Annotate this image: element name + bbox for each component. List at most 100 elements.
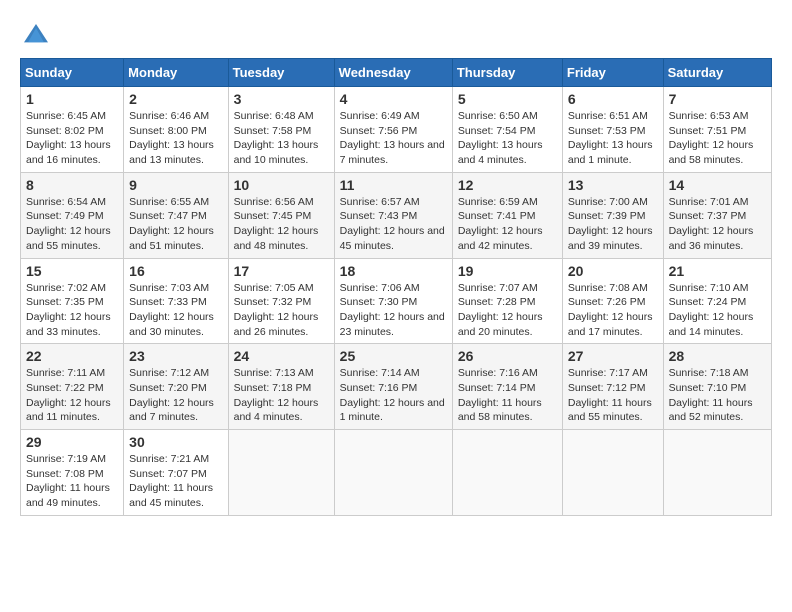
calendar-table: SundayMondayTuesdayWednesdayThursdayFrid…: [20, 58, 772, 516]
day-info: Sunrise: 6:56 AMSunset: 7:45 PMDaylight:…: [234, 196, 319, 252]
day-number: 19: [458, 263, 557, 279]
calendar-cell: 24 Sunrise: 7:13 AMSunset: 7:18 PMDayligh…: [228, 344, 334, 430]
day-info: Sunrise: 7:16 AMSunset: 7:14 PMDaylight:…: [458, 367, 542, 423]
day-info: Sunrise: 7:19 AMSunset: 7:08 PMDaylight:…: [26, 453, 110, 509]
day-info: Sunrise: 7:12 AMSunset: 7:20 PMDaylight:…: [129, 367, 214, 423]
header-monday: Monday: [124, 59, 228, 87]
calendar-cell: 30 Sunrise: 7:21 AMSunset: 7:07 PMDayligh…: [124, 430, 228, 516]
calendar-cell: 5 Sunrise: 6:50 AMSunset: 7:54 PMDaylight…: [452, 87, 562, 173]
week-row-4: 22 Sunrise: 7:11 AMSunset: 7:22 PMDayligh…: [21, 344, 772, 430]
calendar-cell: 17 Sunrise: 7:05 AMSunset: 7:32 PMDayligh…: [228, 258, 334, 344]
day-info: Sunrise: 6:51 AMSunset: 7:53 PMDaylight:…: [568, 110, 653, 166]
day-number: 2: [129, 91, 222, 107]
day-info: Sunrise: 6:50 AMSunset: 7:54 PMDaylight:…: [458, 110, 543, 166]
week-row-2: 8 Sunrise: 6:54 AMSunset: 7:49 PMDaylight…: [21, 172, 772, 258]
week-row-1: 1 Sunrise: 6:45 AMSunset: 8:02 PMDaylight…: [21, 87, 772, 173]
day-number: 8: [26, 177, 118, 193]
calendar-cell: 3Sunrise: 6:48 AMSunset: 7:58 PMDaylight…: [228, 87, 334, 173]
day-number: 6: [568, 91, 658, 107]
calendar-cell: 10 Sunrise: 6:56 AMSunset: 7:45 PMDayligh…: [228, 172, 334, 258]
page-header: [20, 20, 772, 48]
day-number: 5: [458, 91, 557, 107]
day-info: Sunrise: 7:18 AMSunset: 7:10 PMDaylight:…: [669, 367, 753, 423]
calendar-cell: 27 Sunrise: 7:17 AMSunset: 7:12 PMDayligh…: [562, 344, 663, 430]
day-number: 12: [458, 177, 557, 193]
day-number: 4: [340, 91, 447, 107]
day-number: 17: [234, 263, 329, 279]
header-sunday: Sunday: [21, 59, 124, 87]
calendar-body: 1 Sunrise: 6:45 AMSunset: 8:02 PMDaylight…: [21, 87, 772, 516]
day-info: Sunrise: 7:02 AMSunset: 7:35 PMDaylight:…: [26, 282, 111, 338]
day-info: Sunrise: 7:07 AMSunset: 7:28 PMDaylight:…: [458, 282, 543, 338]
day-number: 30: [129, 434, 222, 450]
calendar-cell: 23 Sunrise: 7:12 AMSunset: 7:20 PMDayligh…: [124, 344, 228, 430]
calendar-cell: 11 Sunrise: 6:57 AMSunset: 7:43 PMDayligh…: [334, 172, 452, 258]
day-info: Sunrise: 6:53 AMSunset: 7:51 PMDaylight:…: [669, 110, 754, 166]
day-number: 16: [129, 263, 222, 279]
day-number: 29: [26, 434, 118, 450]
day-number: 20: [568, 263, 658, 279]
header-thursday: Thursday: [452, 59, 562, 87]
calendar-cell: [562, 430, 663, 516]
day-info: Sunrise: 6:49 AMSunset: 7:56 PMDaylight:…: [340, 110, 445, 166]
calendar-cell: [663, 430, 771, 516]
day-info: Sunrise: 7:03 AMSunset: 7:33 PMDaylight:…: [129, 282, 214, 338]
header-tuesday: Tuesday: [228, 59, 334, 87]
day-info: Sunrise: 6:55 AMSunset: 7:47 PMDaylight:…: [129, 196, 214, 252]
day-number: 14: [669, 177, 766, 193]
day-info: Sunrise: 7:05 AMSunset: 7:32 PMDaylight:…: [234, 282, 319, 338]
day-info: Sunrise: 7:08 AMSunset: 7:26 PMDaylight:…: [568, 282, 653, 338]
calendar-cell: 12Sunrise: 6:59 AMSunset: 7:41 PMDayligh…: [452, 172, 562, 258]
day-info: Sunrise: 7:00 AMSunset: 7:39 PMDaylight:…: [568, 196, 653, 252]
day-info: Sunrise: 7:11 AMSunset: 7:22 PMDaylight:…: [26, 367, 111, 423]
calendar-cell: 28Sunrise: 7:18 AMSunset: 7:10 PMDayligh…: [663, 344, 771, 430]
day-number: 24: [234, 348, 329, 364]
calendar-cell: [334, 430, 452, 516]
weekday-header-row: SundayMondayTuesdayWednesdayThursdayFrid…: [21, 59, 772, 87]
calendar-cell: 7 Sunrise: 6:53 AMSunset: 7:51 PMDaylight…: [663, 87, 771, 173]
header-saturday: Saturday: [663, 59, 771, 87]
day-number: 7: [669, 91, 766, 107]
header-wednesday: Wednesday: [334, 59, 452, 87]
day-number: 9: [129, 177, 222, 193]
calendar-cell: 14 Sunrise: 7:01 AMSunset: 7:37 PMDayligh…: [663, 172, 771, 258]
day-number: 11: [340, 177, 447, 193]
calendar-header: SundayMondayTuesdayWednesdayThursdayFrid…: [21, 59, 772, 87]
calendar-cell: 26Sunrise: 7:16 AMSunset: 7:14 PMDayligh…: [452, 344, 562, 430]
day-info: Sunrise: 6:54 AMSunset: 7:49 PMDaylight:…: [26, 196, 111, 252]
calendar-cell: 16 Sunrise: 7:03 AMSunset: 7:33 PMDayligh…: [124, 258, 228, 344]
day-number: 23: [129, 348, 222, 364]
day-info: Sunrise: 7:06 AMSunset: 7:30 PMDaylight:…: [340, 282, 445, 338]
calendar-cell: 15Sunrise: 7:02 AMSunset: 7:35 PMDayligh…: [21, 258, 124, 344]
week-row-3: 15Sunrise: 7:02 AMSunset: 7:35 PMDayligh…: [21, 258, 772, 344]
day-info: Sunrise: 7:13 AMSunset: 7:18 PMDaylight:…: [234, 367, 319, 423]
day-info: Sunrise: 7:17 AMSunset: 7:12 PMDaylight:…: [568, 367, 652, 423]
day-number: 1: [26, 91, 118, 107]
day-number: 21: [669, 263, 766, 279]
calendar-cell: 25 Sunrise: 7:14 AMSunset: 7:16 PMDayligh…: [334, 344, 452, 430]
calendar-cell: 2 Sunrise: 6:46 AMSunset: 8:00 PMDaylight…: [124, 87, 228, 173]
logo-icon: [20, 20, 52, 48]
week-row-5: 29 Sunrise: 7:19 AMSunset: 7:08 PMDayligh…: [21, 430, 772, 516]
day-number: 13: [568, 177, 658, 193]
day-info: Sunrise: 7:10 AMSunset: 7:24 PMDaylight:…: [669, 282, 754, 338]
calendar-cell: 1 Sunrise: 6:45 AMSunset: 8:02 PMDaylight…: [21, 87, 124, 173]
calendar-cell: 6 Sunrise: 6:51 AMSunset: 7:53 PMDaylight…: [562, 87, 663, 173]
day-info: Sunrise: 6:46 AMSunset: 8:00 PMDaylight:…: [129, 110, 214, 166]
day-info: Sunrise: 7:01 AMSunset: 7:37 PMDaylight:…: [669, 196, 754, 252]
day-info: Sunrise: 7:14 AMSunset: 7:16 PMDaylight:…: [340, 367, 445, 423]
calendar-cell: 13 Sunrise: 7:00 AMSunset: 7:39 PMDayligh…: [562, 172, 663, 258]
calendar-cell: 29 Sunrise: 7:19 AMSunset: 7:08 PMDayligh…: [21, 430, 124, 516]
calendar-cell: 18Sunrise: 7:06 AMSunset: 7:30 PMDayligh…: [334, 258, 452, 344]
day-number: 10: [234, 177, 329, 193]
day-number: 27: [568, 348, 658, 364]
day-info: Sunrise: 6:57 AMSunset: 7:43 PMDaylight:…: [340, 196, 445, 252]
day-info: Sunrise: 7:21 AMSunset: 7:07 PMDaylight:…: [129, 453, 213, 509]
calendar-cell: 20 Sunrise: 7:08 AMSunset: 7:26 PMDayligh…: [562, 258, 663, 344]
day-number: 22: [26, 348, 118, 364]
logo: [20, 20, 56, 48]
calendar-cell: 22 Sunrise: 7:11 AMSunset: 7:22 PMDayligh…: [21, 344, 124, 430]
day-info: Sunrise: 6:45 AMSunset: 8:02 PMDaylight:…: [26, 110, 111, 166]
calendar-cell: 4 Sunrise: 6:49 AMSunset: 7:56 PMDaylight…: [334, 87, 452, 173]
day-number: 25: [340, 348, 447, 364]
